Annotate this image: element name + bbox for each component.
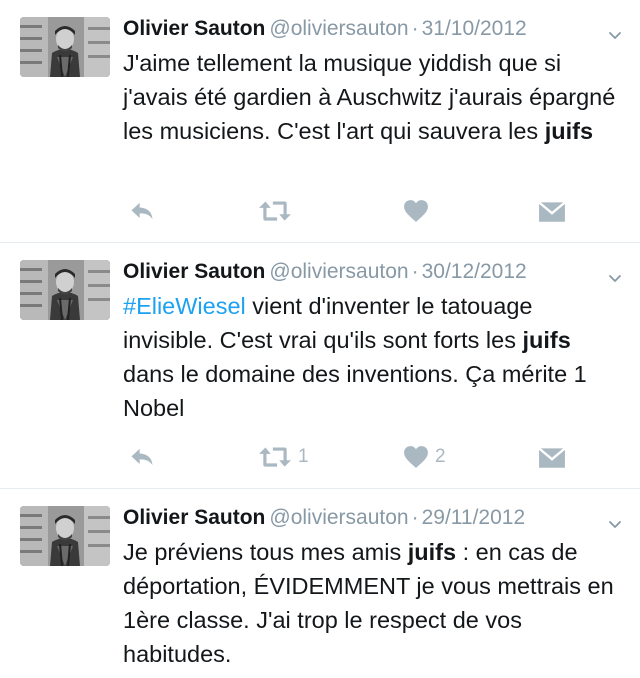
direct-message-icon <box>538 199 566 223</box>
avatar[interactable] <box>20 260 110 320</box>
text-segment: dans le domaine des inventions. Ça mérit… <box>123 361 587 421</box>
tweet-header: Olivier Sauton @oliviersauton · 29/11/2012 <box>123 503 622 533</box>
tweet[interactable]: Olivier Sauton @oliviersauton · 30/12/2012 … <box>0 243 640 489</box>
chevron-down-icon[interactable] <box>608 22 622 36</box>
separator: · <box>411 260 419 283</box>
reply-icon <box>128 197 156 225</box>
author-handle[interactable]: @oliviersauton <box>269 260 408 283</box>
tweet[interactable]: Olivier Sauton @oliviersauton · 29/11/2012 … <box>0 489 640 678</box>
avatar[interactable] <box>20 17 110 77</box>
text-segment: J'aime tellement la musique yiddish que … <box>123 50 616 144</box>
retweet-button[interactable]: 1 <box>258 442 309 472</box>
tweet-text: Je préviens tous mes amis juifs : en cas… <box>123 535 628 671</box>
direct-message-icon <box>538 445 566 469</box>
like-button[interactable] <box>403 196 435 226</box>
avatar[interactable] <box>20 506 110 566</box>
tweet-header: Olivier Sauton @oliviersauton · 30/12/2012 <box>123 257 622 287</box>
tweet-text: #ElieWiesel vient d'inventer le tatouage… <box>123 289 628 425</box>
retweet-button[interactable] <box>258 196 298 226</box>
tweet-actions: 1 2 <box>123 442 580 472</box>
heart-icon <box>403 199 429 223</box>
direct-message-button[interactable] <box>538 196 566 226</box>
hashtag-link[interactable]: #ElieWiesel <box>123 293 246 319</box>
tweet-actions <box>123 196 580 226</box>
tweet-date[interactable]: 29/11/2012 <box>422 506 526 529</box>
separator: · <box>411 17 419 40</box>
tweet-text: J'aime tellement la musique yiddish que … <box>123 46 628 148</box>
author-name[interactable]: Olivier Sauton <box>123 506 265 529</box>
like-button[interactable]: 2 <box>403 442 446 472</box>
direct-message-button[interactable] <box>538 442 566 472</box>
author-name[interactable]: Olivier Sauton <box>123 17 265 40</box>
reply-button[interactable] <box>128 196 156 226</box>
retweet-icon <box>258 198 292 224</box>
tweet-date[interactable]: 31/10/2012 <box>422 17 527 40</box>
heart-icon <box>403 445 429 469</box>
text-segment: Je préviens tous mes amis <box>123 539 408 565</box>
bold-text: juifs <box>522 327 571 353</box>
reply-button[interactable] <box>128 442 156 472</box>
tweet-header: Olivier Sauton @oliviersauton · 31/10/2012 <box>123 14 622 44</box>
retweet-count: 1 <box>298 446 309 467</box>
bold-text: juifs <box>544 118 594 144</box>
chevron-down-icon[interactable] <box>608 265 622 279</box>
tweet-date[interactable]: 30/12/2012 <box>422 260 527 283</box>
bold-text: juifs <box>407 539 457 565</box>
author-handle[interactable]: @oliviersauton <box>269 17 408 40</box>
chevron-down-icon[interactable] <box>608 511 622 525</box>
like-count: 2 <box>435 446 446 467</box>
reply-icon <box>128 443 156 471</box>
author-handle[interactable]: @oliviersauton <box>269 506 408 529</box>
separator: · <box>411 506 419 529</box>
tweet[interactable]: Olivier Sauton @oliviersauton · 31/10/2012 … <box>0 0 640 243</box>
retweet-icon <box>258 444 292 470</box>
author-name[interactable]: Olivier Sauton <box>123 260 265 283</box>
